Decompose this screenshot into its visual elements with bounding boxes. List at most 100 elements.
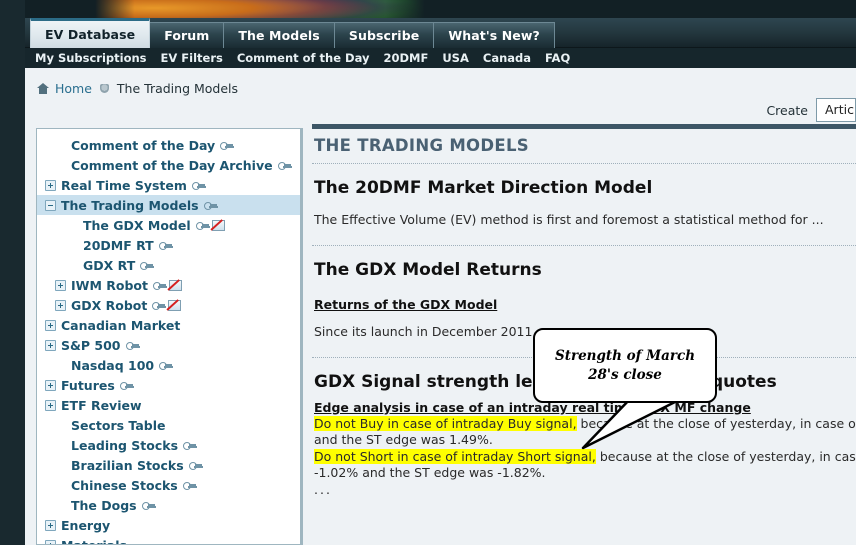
sidebar-item-label: The Trading Models — [61, 197, 199, 213]
key-icon — [277, 161, 291, 170]
sidebar-item-label: GDX RT — [83, 257, 136, 273]
sidebar-item-gdx-rt[interactable]: GDX RT — [37, 255, 300, 275]
collapse-minus-icon[interactable] — [45, 199, 56, 211]
buy-signal-highlight: Do not Buy in case of intraday Buy signa… — [314, 415, 577, 431]
sidebar-item-s-p-500[interactable]: S&P 500 — [37, 335, 300, 355]
expand-plus-icon[interactable] — [55, 279, 66, 291]
sidebar-item-label: Comment of the Day — [71, 137, 216, 153]
tab-ev-database[interactable]: EV Database — [30, 18, 151, 48]
key-icon — [158, 241, 172, 250]
tab-forum[interactable]: Forum — [149, 22, 225, 48]
expand-plus-icon[interactable] — [45, 339, 56, 351]
subnav-item-20dmf[interactable]: 20DMF — [383, 51, 428, 65]
key-icon — [183, 441, 197, 450]
create-label: Create — [766, 102, 808, 118]
sidebar-item-comment-of-the-day[interactable]: Comment of the Day — [37, 135, 300, 155]
sidebar-item-label: Materials — [61, 537, 127, 545]
sidebar-item-label: Real Time System — [61, 177, 187, 193]
sidebar-item-label: Leading Stocks — [71, 437, 179, 453]
key-icon — [152, 301, 166, 310]
section-heading-20dmf: The 20DMF Market Direction Model — [314, 178, 653, 198]
create-row: Create Article — [766, 96, 856, 124]
sidebar-item-materials[interactable]: Materials — [37, 535, 300, 545]
left-rail — [0, 0, 25, 545]
sidebar-item-label: Nasdaq 100 — [71, 357, 155, 373]
edge-analysis-line-4: -1.02% and the ST edge was -1.82%. — [314, 465, 546, 481]
expand-plus-icon[interactable] — [45, 399, 56, 411]
sidebar-item-chinese-stocks[interactable]: Chinese Stocks — [37, 475, 300, 495]
key-icon — [152, 281, 166, 290]
breadcrumb: Home The Trading Models — [25, 68, 856, 108]
sidebar-item-label: 20DMF RT — [83, 237, 154, 253]
subnav-item-usa[interactable]: USA — [442, 51, 469, 65]
sidebar-item-label: Futures — [61, 377, 115, 393]
subnav-item-my-subscriptions[interactable]: My Subscriptions — [35, 51, 147, 65]
no-access-icon — [167, 299, 182, 311]
edge-analysis-line-1: Do not Buy in case of intraday Buy signa… — [314, 415, 856, 433]
expand-plus-icon[interactable] — [45, 519, 56, 531]
banner-artwork — [95, 0, 425, 18]
sidebar-item-real-time-system[interactable]: Real Time System — [37, 175, 300, 195]
secondary-nav: My Subscriptions EV Filters Comment of the… — [0, 48, 856, 68]
breadcrumb-separator-icon — [99, 83, 109, 93]
sidebar-item-label: Energy — [61, 517, 111, 533]
subnav-item-comment-of-the-day[interactable]: Comment of the Day — [237, 51, 370, 65]
expand-plus-icon[interactable] — [45, 539, 56, 544]
edge-analysis-line-3: Do not Short in case of intraday Short s… — [314, 448, 856, 466]
sidebar-item-label: ETF Review — [61, 397, 142, 413]
short-signal-rest: because at the close of yesterday, in ca… — [599, 448, 856, 464]
sidebar-item-brazilian-stocks[interactable]: Brazilian Stocks — [37, 455, 300, 475]
sidebar-item-the-trading-models[interactable]: The Trading Models — [37, 195, 300, 215]
sidebar-item-energy[interactable]: Energy — [37, 515, 300, 535]
subnav-item-canada[interactable]: Canada — [483, 51, 531, 65]
subnav-item-faq[interactable]: FAQ — [545, 51, 570, 65]
sidebar-item-20dmf-rt[interactable]: 20DMF RT — [37, 235, 300, 255]
tab-what-s-new[interactable]: What's New? — [433, 22, 555, 48]
sidebar-item-nasdaq-100[interactable]: Nasdaq 100 — [37, 355, 300, 375]
application-window: EV Database Forum The Models Subscribe What'… — [0, 0, 856, 545]
gdx-returns-link[interactable]: Returns of the GDX Model — [314, 297, 497, 312]
primary-tabs: EV Database Forum The Models Subscribe What'… — [30, 18, 555, 48]
tab-subscribe[interactable]: Subscribe — [333, 22, 435, 48]
key-icon — [220, 141, 234, 150]
create-type-select[interactable]: Article — [816, 98, 856, 122]
tab-the-models[interactable]: The Models — [223, 22, 335, 48]
key-icon — [140, 261, 154, 270]
sidebar-tree-panel: Comment of the Day Comment of the Day Arc… — [36, 128, 303, 545]
sidebar-item-leading-stocks[interactable]: Leading Stocks — [37, 435, 300, 455]
breadcrumb-current: The Trading Models — [116, 80, 239, 96]
sidebar-item-label: IWM Robot — [71, 277, 148, 293]
sidebar-item-canadian-market[interactable]: Canadian Market — [37, 315, 300, 335]
no-access-icon — [168, 279, 182, 291]
sidebar-item-the-dogs[interactable]: The Dogs — [37, 495, 300, 515]
expand-plus-icon[interactable] — [45, 379, 56, 391]
sidebar-item-label: Chinese Stocks — [71, 477, 178, 493]
divider — [312, 163, 856, 164]
edge-analysis-ellipsis: ... — [314, 481, 332, 497]
breadcrumb-home-link[interactable]: Home — [55, 81, 92, 96]
expand-plus-icon[interactable] — [45, 319, 56, 331]
expand-plus-icon[interactable] — [45, 179, 56, 191]
key-icon — [195, 221, 209, 230]
section-body-20dmf: The Effective Volume (EV) method is firs… — [314, 212, 824, 227]
sidebar-item-label: The GDX Model — [83, 217, 191, 233]
key-icon — [119, 381, 133, 390]
sidebar-item-label: The Dogs — [71, 497, 137, 513]
sidebar-item-label: GDX Robot — [71, 297, 148, 313]
sidebar-item-the-gdx-model[interactable]: The GDX Model — [37, 215, 300, 235]
sidebar-item-sectors-table[interactable]: Sectors Table — [37, 415, 300, 435]
sidebar-item-label: Brazilian Stocks — [71, 457, 184, 473]
sidebar-tree: Comment of the Day Comment of the Day Arc… — [37, 129, 300, 545]
expand-plus-icon[interactable] — [55, 299, 66, 311]
sidebar-item-iwm-robot[interactable]: IWM Robot — [37, 275, 300, 295]
sidebar-item-comment-of-the-day-archive[interactable]: Comment of the Day Archive — [37, 155, 300, 175]
subnav-item-ev-filters[interactable]: EV Filters — [161, 51, 223, 65]
short-signal-highlight: Do not Short in case of intraday Short s… — [314, 448, 596, 464]
divider — [312, 244, 856, 246]
sidebar-item-futures[interactable]: Futures — [37, 375, 300, 395]
sidebar-item-label: S&P 500 — [61, 337, 121, 353]
primary-tabbar: EV Database Forum The Models Subscribe What'… — [0, 18, 856, 48]
sidebar-item-label: Comment of the Day Archive — [71, 157, 273, 173]
sidebar-item-gdx-robot[interactable]: GDX Robot — [37, 295, 300, 315]
sidebar-item-etf-review[interactable]: ETF Review — [37, 395, 300, 415]
